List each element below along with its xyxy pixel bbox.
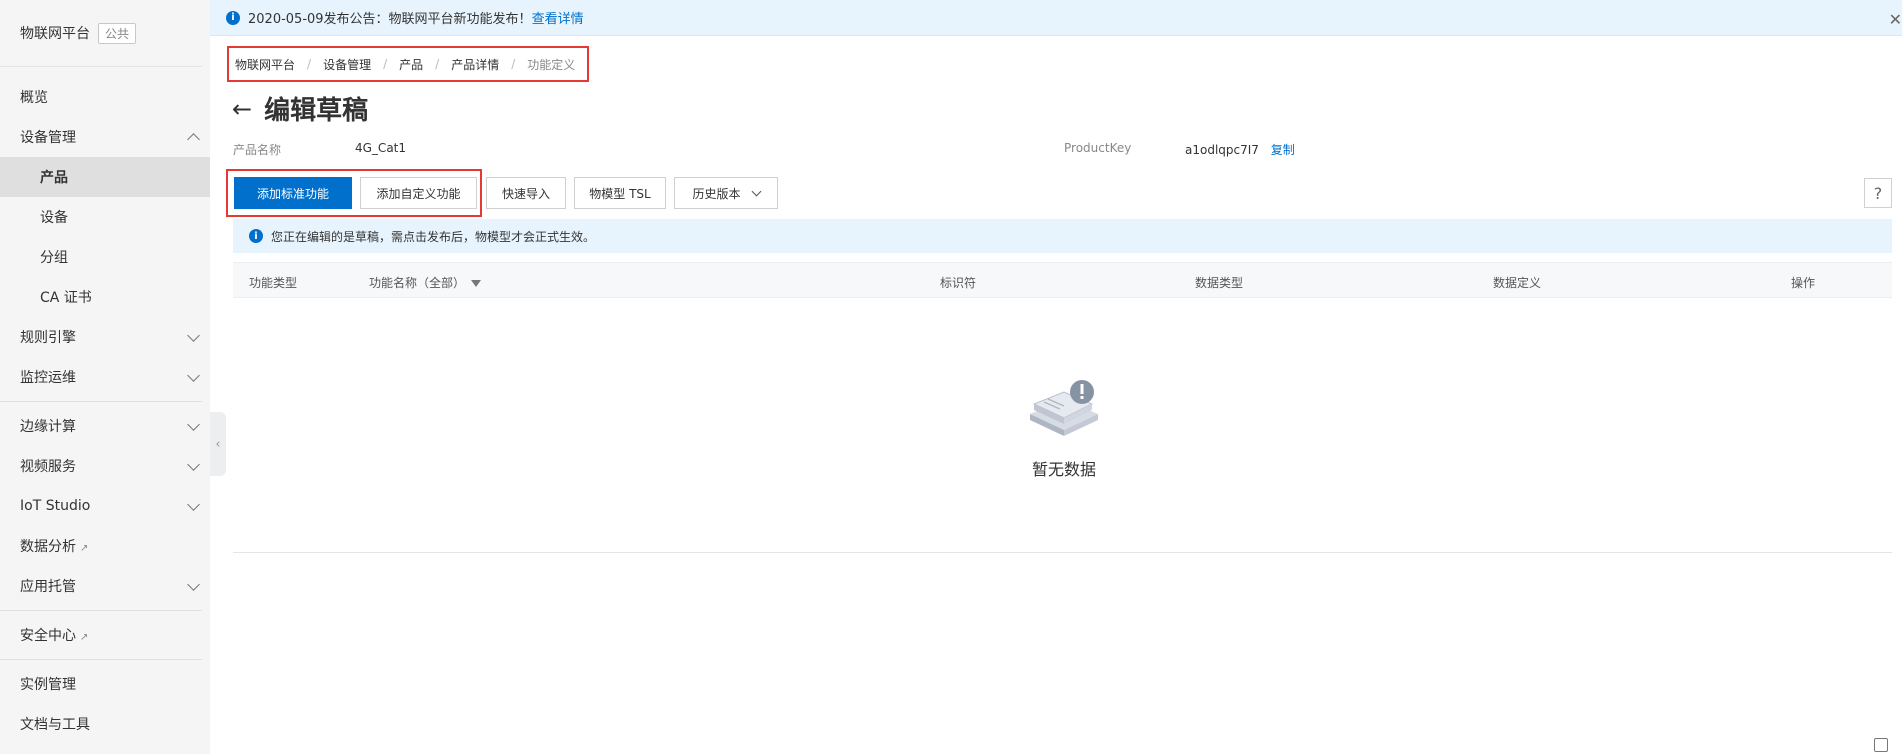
- breadcrumb: 物联网平台 / 设备管理 / 产品 / 产品详情 / 功能定义: [227, 46, 590, 82]
- page-header: ← 编辑草稿: [232, 90, 368, 127]
- chevron-down-icon: [751, 186, 761, 196]
- chevron-down-icon: [187, 497, 200, 511]
- product-key-row: a1odlqpc7I7 复制: [1185, 141, 1295, 158]
- column-header-label: 功能名称（全部）: [369, 276, 466, 290]
- breadcrumb-item-current: 功能定义: [527, 57, 576, 72]
- sidebar-item-label: 设备: [40, 210, 68, 226]
- announcement-bar: i 2020-05-09发布公告：物联网平台新功能发布！ 查看详情 ✕: [210, 0, 1902, 36]
- sidebar-item-product[interactable]: 产品: [0, 157, 210, 197]
- sidebar-item-monitoring[interactable]: 监控运维: [0, 357, 210, 397]
- sidebar-item-label: 文档与工具: [20, 717, 90, 733]
- sidebar-item-label: IoT Studio: [20, 498, 91, 514]
- column-header-actions: 操作: [1791, 276, 1816, 290]
- product-key-value: a1odlqpc7I7: [1185, 143, 1259, 157]
- info-icon: i: [226, 10, 240, 25]
- breadcrumb-item-iot-platform[interactable]: 物联网平台: [235, 56, 295, 73]
- column-header-data-definition: 数据定义: [1493, 276, 1542, 290]
- empty-data-icon: [1030, 380, 1098, 436]
- feedback-icon[interactable]: [1874, 738, 1888, 752]
- history-version-dropdown[interactable]: 历史版本: [674, 177, 778, 209]
- region-badge: 公共: [98, 22, 137, 44]
- announcement-link[interactable]: 查看详情: [532, 8, 584, 27]
- table-bottom-divider: [233, 552, 1892, 553]
- info-icon: i: [249, 229, 263, 243]
- table-header: 功能类型 功能名称（全部） 标识符 数据类型 数据定义 操作: [233, 262, 1892, 298]
- help-button[interactable]: ?: [1864, 178, 1892, 208]
- tsl-button[interactable]: 物模型 TSL: [574, 177, 666, 209]
- sidebar-item-label: 应用托管: [20, 579, 76, 595]
- column-header-function-name[interactable]: 功能名称（全部）: [369, 274, 482, 291]
- empty-state-text: 暂无数据: [1031, 460, 1096, 479]
- sidebar-item-label: 边缘计算: [20, 419, 76, 435]
- column-header-identifier: 标识符: [940, 276, 977, 290]
- sidebar-item-label: 数据分析: [20, 539, 76, 555]
- sidebar-item-label: 产品: [40, 170, 68, 186]
- sidebar-item-label: 安全中心: [20, 628, 76, 644]
- draft-tip-text: 您正在编辑的是草稿，需点击发布后，物模型才会正式生效。: [271, 229, 596, 244]
- breadcrumb-item-product-detail[interactable]: 产品详情: [451, 56, 499, 73]
- chevron-down-icon: [187, 457, 200, 471]
- sidebar-item-data-analysis[interactable]: 数据分析 ↗: [0, 526, 210, 566]
- announcement-text: 2020-05-09发布公告：物联网平台新功能发布！: [248, 12, 532, 27]
- sidebar-divider: [0, 401, 202, 402]
- sidebar-item-label: 监控运维: [20, 370, 76, 386]
- close-icon[interactable]: ✕: [1889, 10, 1902, 29]
- filter-icon[interactable]: [471, 280, 482, 287]
- chevron-down-icon: [187, 417, 200, 431]
- sidebar-item-label: 实例管理: [20, 677, 76, 693]
- breadcrumb-item-device-management[interactable]: 设备管理: [323, 56, 371, 73]
- copy-link[interactable]: 复制: [1271, 143, 1295, 157]
- breadcrumb-separator: /: [435, 57, 440, 71]
- chevron-left-icon: ‹: [215, 436, 221, 452]
- breadcrumb-item-product[interactable]: 产品: [399, 56, 423, 73]
- sidebar-header: 物联网平台 公共: [0, 0, 202, 67]
- chevron-down-icon: [187, 577, 200, 591]
- sidebar-divider: [0, 610, 202, 611]
- sidebar-item-group[interactable]: 分组: [0, 237, 210, 277]
- chevron-up-icon: [187, 132, 200, 146]
- history-version-label: 历史版本: [692, 186, 741, 201]
- sidebar-item-label: 设备管理: [20, 130, 76, 146]
- sidebar-item-label: 概览: [20, 90, 48, 106]
- sidebar-divider: [0, 659, 202, 660]
- breadcrumb-separator: /: [307, 57, 312, 71]
- sidebar-item-ca-cert[interactable]: CA 证书: [0, 277, 210, 317]
- product-name-label: 产品名称: [233, 143, 282, 157]
- sidebar-item-docs-tools[interactable]: 文档与工具: [0, 704, 210, 744]
- product-name-value: 4G_Cat1: [355, 141, 407, 155]
- sidebar-item-device-management[interactable]: 设备管理: [0, 117, 210, 157]
- sidebar-item-overview[interactable]: 概览: [0, 77, 210, 117]
- sidebar: 物联网平台 公共 概览 设备管理 产品 设备 分组 CA 证书 规则引擎 监控运…: [0, 0, 210, 754]
- quick-import-button[interactable]: 快速导入: [486, 177, 566, 209]
- sidebar-item-security-center[interactable]: 安全中心 ↗: [0, 615, 210, 655]
- column-header-function-type: 功能类型: [249, 276, 298, 290]
- page-title: 编辑草稿: [264, 96, 369, 126]
- add-standard-function-button[interactable]: 添加标准功能: [234, 177, 352, 209]
- sidebar-item-video-service[interactable]: 视频服务: [0, 446, 210, 486]
- product-key-label: ProductKey: [1064, 141, 1132, 155]
- column-header-data-type: 数据类型: [1195, 276, 1244, 290]
- back-arrow-icon[interactable]: ←: [232, 95, 252, 123]
- sidebar-item-rule-engine[interactable]: 规则引擎: [0, 317, 210, 357]
- sidebar-item-label: 视频服务: [20, 459, 76, 475]
- sidebar-item-iot-studio[interactable]: IoT Studio: [0, 486, 210, 526]
- draft-tip: i 您正在编辑的是草稿，需点击发布后，物模型才会正式生效。: [233, 219, 1892, 253]
- external-link-icon: ↗: [80, 543, 89, 554]
- chevron-down-icon: [187, 368, 200, 382]
- breadcrumb-separator: /: [383, 57, 388, 71]
- sidebar-collapse-handle[interactable]: ‹: [210, 412, 226, 476]
- sidebar-item-label: 分组: [40, 250, 68, 266]
- chevron-down-icon: [187, 328, 200, 342]
- external-link-icon: ↗: [80, 632, 89, 643]
- sidebar-title[interactable]: 物联网平台: [20, 23, 90, 43]
- sidebar-item-device[interactable]: 设备: [0, 197, 210, 237]
- sidebar-item-app-hosting[interactable]: 应用托管: [0, 566, 210, 606]
- sidebar-item-edge-computing[interactable]: 边缘计算: [0, 406, 210, 446]
- sidebar-item-label: 规则引擎: [20, 330, 76, 346]
- breadcrumb-separator: /: [511, 57, 516, 71]
- sidebar-item-label: CA 证书: [40, 290, 92, 306]
- add-custom-function-button[interactable]: 添加自定义功能: [360, 177, 477, 209]
- sidebar-item-instance-management[interactable]: 实例管理: [0, 664, 210, 704]
